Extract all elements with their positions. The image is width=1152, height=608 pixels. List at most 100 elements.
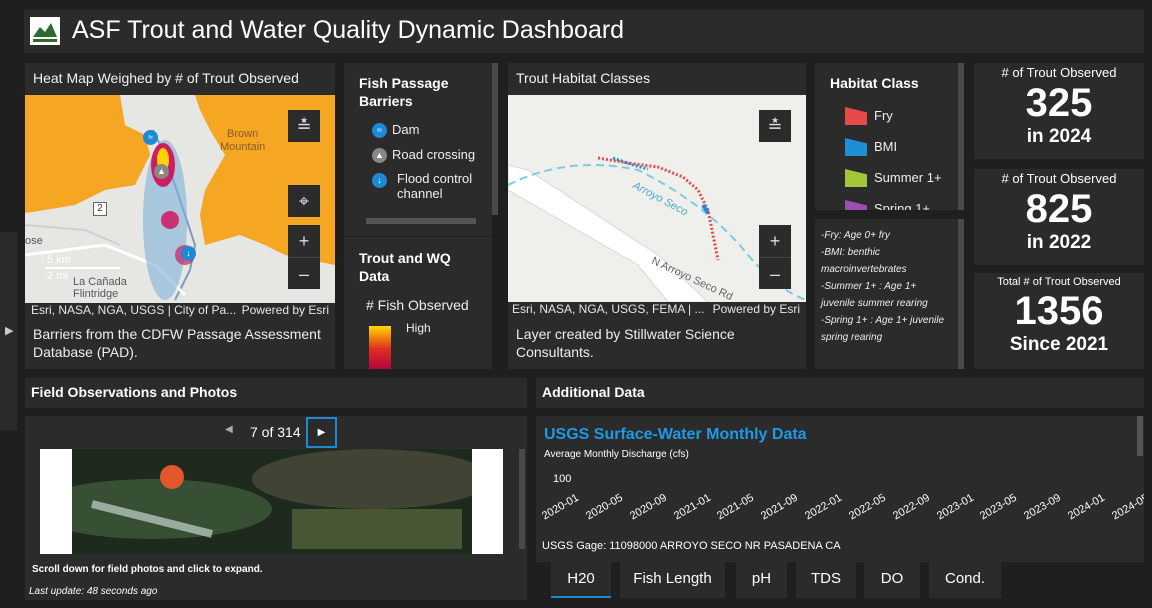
note-bmi: -BMI: benthic macroinvertebrates	[821, 247, 907, 275]
zoom-in-button[interactable]: +	[288, 225, 320, 257]
stat-label: # of Trout Observed	[1001, 171, 1117, 186]
collapse-layers-button[interactable]: ≛	[288, 110, 320, 142]
plus-icon: +	[769, 231, 781, 251]
tab-tds[interactable]: TDS	[796, 562, 856, 598]
habitat-spring-label: Spring 1+	[874, 201, 931, 210]
x-tick-label: 2020-05	[583, 491, 625, 523]
stat-value: 325	[1025, 81, 1093, 125]
additional-title: Additional Data	[542, 384, 645, 400]
dashboard-header: ASF Trout and Water Quality Dynamic Dash…	[24, 10, 1144, 53]
habitat-bmi-label: BMI	[874, 139, 898, 154]
x-tick-label: 2022-01	[803, 491, 845, 523]
chevron-double-down-icon: ≛	[767, 116, 783, 136]
dam-marker-1[interactable]: ≈	[143, 129, 163, 147]
tab-do[interactable]: DO	[864, 562, 920, 598]
dam-icon: ≈	[372, 123, 387, 139]
habitat-collapse-button[interactable]: ≛	[759, 110, 791, 142]
x-tick-label: 2023-05	[978, 491, 1020, 523]
stat-2024: # of Trout Observed 325 in 2024	[974, 63, 1144, 159]
x-tick-label: 2022-05	[846, 491, 888, 523]
trout-wq-title: Trout and WQ Data	[359, 250, 451, 284]
stat-2022: # of Trout Observed 825 in 2022	[974, 169, 1144, 265]
prev-button[interactable]: ◀	[225, 424, 237, 435]
stat-label: Total # of Trout Observed	[997, 276, 1121, 288]
swatch-spring	[845, 200, 867, 210]
high-label: High	[406, 321, 431, 335]
tab-fish-length[interactable]: Fish Length	[620, 562, 725, 598]
habitat-legend-panel: Habitat Class Fry BMI Summer 1+ Spring 1…	[815, 63, 958, 210]
habitat-attribution: Esri, NASA, NGA, USGS, FEMA | ... Powere…	[508, 302, 806, 317]
barrier-legend-panel: Fish Passage Barriers ≈ Dam ▲ Road crossin…	[344, 63, 492, 369]
habitat-description: Layer created by Stillwater Science Cons…	[516, 326, 735, 360]
additional-header: Additional Data	[536, 378, 1144, 408]
x-tick-label: 2024-05	[1110, 491, 1144, 523]
side-panel-toggle[interactable]: ▶	[0, 232, 17, 430]
road-crossing-icon: ▲	[154, 164, 169, 180]
habitat-legend-scrollbar[interactable]	[958, 63, 964, 210]
heatmap-panel: Heat Map Weighed by # of Trout Observed …	[25, 63, 335, 369]
crosshair-icon: ⌖	[298, 191, 310, 211]
next-button[interactable]: ▶	[306, 417, 337, 448]
stat-value: 825	[1025, 187, 1093, 231]
chart-title: USGS Surface-Water Monthly Data	[544, 426, 807, 443]
y-tick-100: 100	[553, 473, 572, 485]
tab-ph[interactable]: pH	[736, 562, 787, 598]
habitat-notes-panel: -Fry: Age 0+ fry -BMI: benthic macroinve…	[815, 219, 958, 369]
field-caption: Scroll down for field photos and click t…	[32, 564, 263, 575]
x-tick-label: 2022-09	[890, 491, 932, 523]
locate-button[interactable]: ⌖	[288, 185, 320, 217]
x-tick-label: 2023-01	[934, 491, 976, 523]
legend-item-flood-channel: ↓ Flood control channel	[372, 171, 482, 201]
stat-sub: in 2024	[1026, 126, 1092, 147]
x-tick-label: 2021-05	[715, 491, 757, 523]
heatmap-map[interactable]: Brown Mountain 2 La Cañada Flintridge os…	[25, 95, 335, 304]
flood-marker-1[interactable]: ↓	[181, 245, 201, 263]
stat-value: 1356	[1014, 289, 1104, 333]
chart-scrollbar[interactable]	[1137, 416, 1143, 456]
x-tick-label: 2020-01	[540, 491, 581, 523]
field-obs-body: ◀ 7 of 314 ▶ Scroll down for field photo…	[25, 416, 527, 600]
legend-item-road-crossing: ▲ Road crossing	[372, 147, 475, 164]
road-crossing-icon: ▲	[372, 148, 387, 164]
stat-total: Total # of Trout Observed 1356 Since 202…	[974, 273, 1144, 369]
x-tick-label: 2024-01	[1066, 491, 1108, 523]
chevron-right-icon: ▶	[5, 325, 14, 337]
heatmap-title: Heat Map Weighed by # of Trout Observed	[33, 70, 299, 86]
dam-icon: ≈	[143, 130, 158, 146]
habitat-zoom-in-button[interactable]: +	[759, 225, 791, 257]
field-photo[interactable]	[40, 449, 503, 554]
field-photo-scrollbar[interactable]	[519, 449, 525, 549]
legend-divider	[344, 236, 492, 237]
road-shield: 2	[93, 202, 107, 216]
x-tick-label: 2020-09	[627, 491, 669, 523]
habitat-map[interactable]: Arroyo Seco N Arroyo Seco Rd ≛ + –	[508, 95, 806, 302]
legend-hscroll[interactable]	[366, 218, 476, 224]
gage-label: USGS Gage: 11098000 ARROYO SECO NR PASAD…	[542, 540, 841, 552]
note-fry: -Fry: Age 0+ fry	[821, 230, 890, 241]
plus-icon: +	[298, 231, 310, 251]
swatch-summer	[845, 169, 867, 187]
x-tick-label: 2021-01	[671, 491, 713, 523]
habitat-legend-title: Habitat Class	[830, 75, 919, 91]
heatmap-attribution: Esri, NASA, NGA, USGS | City of Pa... Po…	[25, 303, 335, 318]
stat-label: # of Trout Observed	[1001, 65, 1117, 80]
swatch-bmi	[845, 138, 867, 156]
habitat-notes-scrollbar[interactable]	[958, 219, 964, 369]
road-marker-1[interactable]: ▲	[154, 163, 174, 181]
zoom-out-button[interactable]: –	[288, 257, 320, 289]
flood-channel-icon: ↓	[181, 246, 196, 262]
last-update: Last update: 48 seconds ago	[29, 586, 158, 597]
heat-gradient	[369, 326, 391, 369]
chevron-double-down-icon: ≛	[296, 116, 312, 136]
stat-sub: in 2022	[1026, 232, 1092, 253]
habitat-zoom-out-button[interactable]: –	[759, 257, 791, 289]
legend-vscrollbar[interactable]	[492, 63, 498, 215]
heatmap-description: Barriers from the CDFW Passage Assessmen…	[33, 326, 321, 360]
tab-cond[interactable]: Cond.	[929, 562, 1001, 598]
note-spring: -Spring 1+ : Age 1+ juvenile spring rear…	[821, 315, 945, 343]
minus-icon: –	[769, 264, 780, 284]
tab-h20[interactable]: H20	[551, 562, 611, 598]
stat-sub: Since 2021	[1009, 334, 1109, 355]
logo	[30, 17, 60, 45]
scale-bar: 5 km 2 mi	[45, 253, 120, 283]
